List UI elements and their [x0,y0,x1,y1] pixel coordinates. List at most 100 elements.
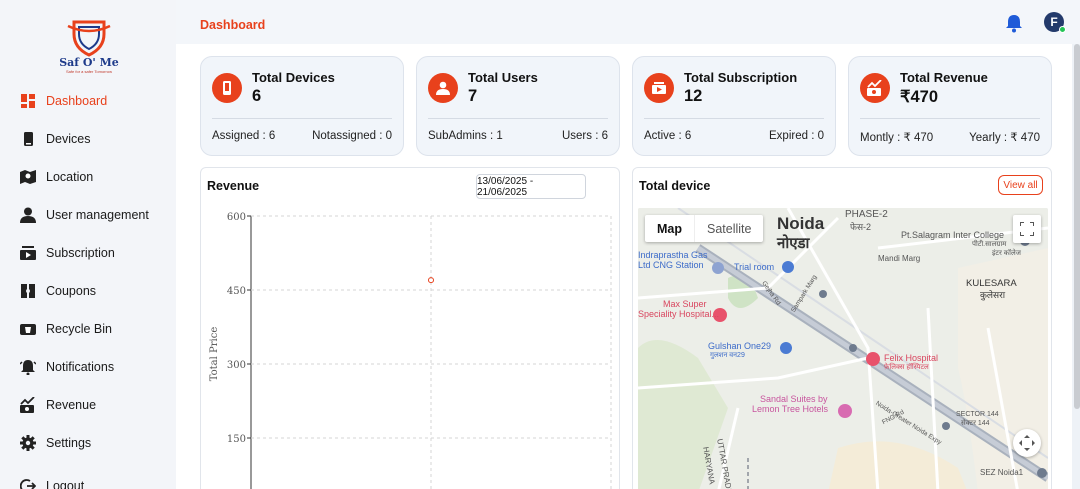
card-title: Total Revenue [900,70,988,85]
card-value: 12 [684,87,703,105]
map-label: Max Super [663,299,707,309]
map-label: Indraprastha Gas [638,250,708,260]
fullscreen-button[interactable] [1013,215,1041,243]
avatar-initial: F [1050,15,1058,29]
map-label: SEZ Noida1 [980,468,1024,477]
sidebar-item-label: Settings [46,436,92,450]
map-label: फेस-2 [850,222,872,232]
map-label: नोएडा [777,235,810,252]
sidebar-item-label: Location [46,170,94,184]
map-label: Noida [777,214,825,233]
device-map[interactable]: Noida नोएडा PHASE-2 फेस-2 Pt.Salagram In… [638,208,1048,489]
panel-title: Total device [639,179,711,193]
sidebar-item-dashboard[interactable]: Dashboard [20,91,170,111]
divider [860,118,1040,119]
map-type-map-button[interactable]: Map [645,215,694,242]
map-label: इंटर कॉलेज [992,250,1021,257]
map-icon [20,169,36,185]
y-tick-label: 300 [227,360,246,371]
map-label: Lemon Tree Hotels [752,404,829,414]
map-label: SECTOR 144 [956,411,999,418]
card-total-devices[interactable]: Total Devices 6 Assigned : 6 Notassigned… [200,56,404,156]
card-total-users[interactable]: Total Users 7 SubAdmins : 1 Users : 6 [416,56,620,156]
map-label: गुलशन वन29 [710,352,745,359]
avatar[interactable]: F [1044,12,1066,33]
card-stat-left: Active : 6 [644,130,692,142]
sidebar-item-devices[interactable]: Devices [20,129,170,149]
logout-icon [20,478,36,489]
sidebar-item-recycle-bin[interactable]: Recycle Bin [20,319,170,339]
brand-logo[interactable]: Saf O' Me Safe for a safer Tomorrow [54,18,124,78]
y-axis-label: Total Price [209,327,220,382]
map-label: Pt.Salagram Inter College [901,230,1005,240]
card-value: ₹470 [900,88,939,106]
sidebar-item-notifications[interactable]: Notifications [20,357,170,377]
subscription-icon [20,245,36,261]
brand-name: Saf O' Me [59,56,119,69]
card-stat-left: SubAdmins : 1 [428,130,503,142]
sidebar-item-logout[interactable]: Logout [20,476,170,489]
map-label: सेक्टर 144 [961,420,990,427]
card-total-subscription[interactable]: Total Subscription 12 Active : 6 Expired… [632,56,836,156]
map-label: Trial room [734,262,775,272]
y-tick-label: 600 [227,212,246,223]
card-stat-right: Users : 6 [561,130,608,142]
sidebar-item-location[interactable]: Location [20,167,170,187]
sidebar-item-revenue[interactable]: Revenue [20,395,170,415]
card-title: Total Subscription [684,70,798,85]
bell-icon[interactable] [1004,13,1024,33]
gear-icon [20,435,36,451]
header: Dashboard F [176,0,1080,44]
online-status-dot [1059,26,1066,33]
fullscreen-icon [1020,222,1034,236]
map-recenter-button[interactable] [1013,429,1041,457]
total-device-panel: Total device View all Noida नोएडा PHASE-… [632,167,1052,489]
map-label: PHASE-2 [845,209,888,220]
map-label: पीटी.सालग्राम [972,241,1007,248]
sidebar-item-coupons[interactable]: Coupons [20,281,170,301]
page-title: Dashboard [200,18,266,32]
card-stat-right: Yearly : ₹ 470 [969,132,1040,144]
map-type-satellite-button[interactable]: Satellite [694,215,763,242]
card-stat-left: Montly : ₹ 470 [860,132,934,144]
move-icon [1019,435,1035,451]
user-icon [20,207,36,223]
card-stat-right: Expired : 0 [769,130,824,142]
map-label: Speciality Hospital... [638,309,720,319]
sidebar-item-label: Dashboard [46,94,108,108]
map-type-toggle: Map Satellite [645,215,764,242]
map-label: Gulshan One29 [708,341,772,351]
recycle-bin-icon [20,321,36,337]
user-icon [428,73,458,103]
card-title: Total Devices [252,70,335,85]
sidebar-item-subscription[interactable]: Subscription [20,243,170,263]
map-label: Mandi Marg [878,254,921,263]
sidebar-item-label: Revenue [46,398,97,412]
view-all-label: View all [1003,179,1038,191]
card-stat-left: Assigned : 6 [212,130,276,142]
sidebar-item-label: Coupons [46,284,97,298]
revenue-chart: 600 450 300 150 Total Price [209,212,612,489]
card-title: Total Users [468,70,538,85]
sidebar-item-label: Devices [46,132,91,146]
sidebar-item-label: Notifications [46,360,115,374]
view-all-button[interactable]: View all [998,175,1043,195]
map-label: कुलेसरा [980,290,1006,300]
sidebar-item-user-management[interactable]: User management [20,205,170,225]
panel-title: Revenue [207,179,260,193]
brand-tagline: Safe for a safer Tomorrow [66,69,112,74]
dashboard-icon [20,93,36,109]
date-range-picker[interactable]: 13/06/2025 - 21/06/2025 [476,174,586,199]
card-stat-right: Notassigned : 0 [312,130,392,142]
coupon-icon [20,283,36,299]
device-icon [212,73,242,103]
notification-icon [20,359,36,375]
card-total-revenue[interactable]: Total Revenue ₹470 Montly : ₹ 470 Yearly… [848,56,1052,156]
divider [212,118,392,119]
divider [644,118,824,119]
sidebar-item-settings[interactable]: Settings [20,433,170,453]
sidebar-item-label: Recycle Bin [46,322,112,336]
sidebar: Saf O' Me Safe for a safer Tomorrow Dash… [0,0,176,489]
map-label: Sandal Suites by [760,394,828,404]
scrollbar[interactable] [1074,44,1080,409]
